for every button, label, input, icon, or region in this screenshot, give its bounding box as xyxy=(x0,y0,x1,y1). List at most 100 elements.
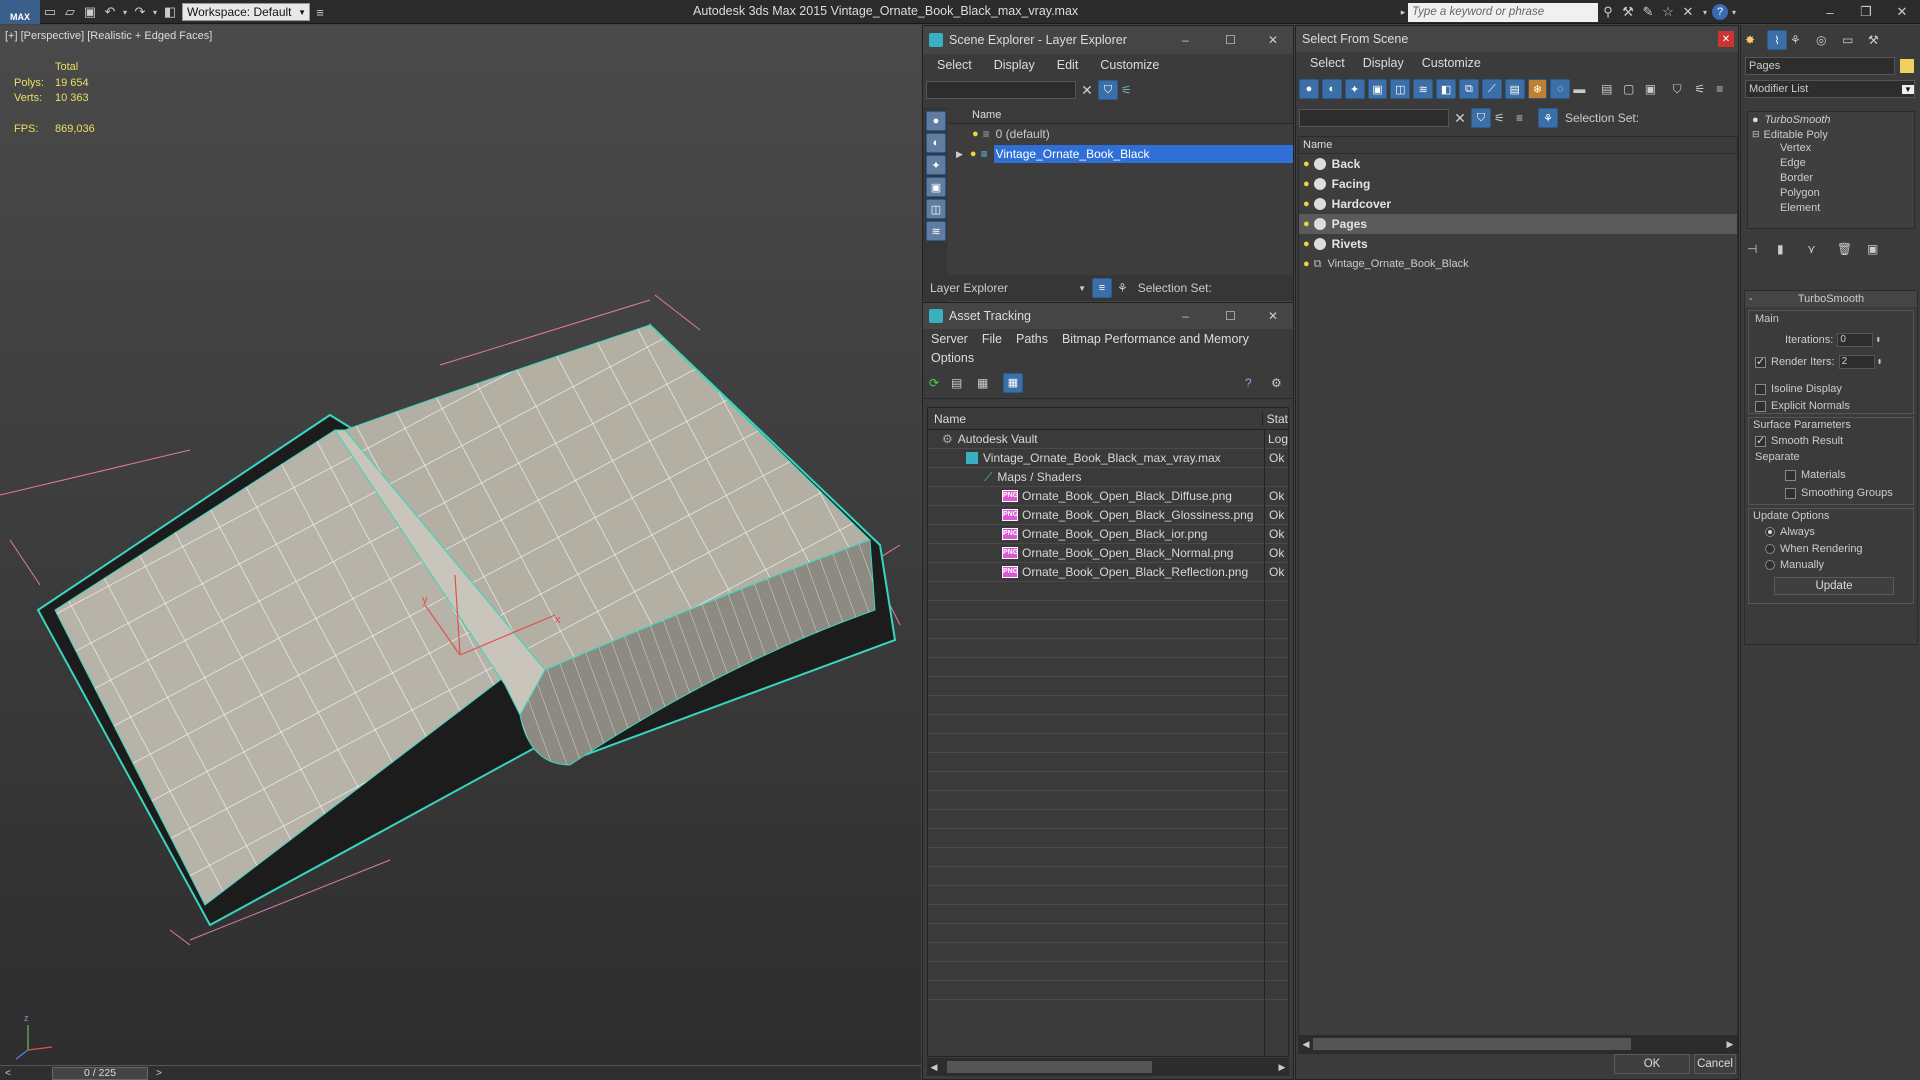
display-shapes-icon[interactable]: ◐ xyxy=(926,133,946,153)
render-iters-spinner[interactable]: 2 xyxy=(1838,355,1875,369)
cancel-button[interactable]: Cancel xyxy=(1694,1054,1736,1074)
filter-geometry-icon[interactable]: ● xyxy=(1299,79,1319,99)
iterations-spinner[interactable]: 0 xyxy=(1837,333,1874,347)
layer-row-vintage[interactable]: ▶ ● ≡ Vintage_Ornate_Book_Black xyxy=(948,144,1293,164)
scroll-thumb[interactable] xyxy=(1313,1038,1631,1050)
modifier-list-dropdown[interactable]: Modifier List ▼ xyxy=(1745,80,1915,98)
scene-object-row[interactable]: ● Facing xyxy=(1299,174,1737,194)
display-lights-icon[interactable]: ✦ xyxy=(926,155,946,175)
filter-funnel-icon[interactable]: ⛉ xyxy=(1673,82,1695,97)
light-bulb-icon[interactable]: ● xyxy=(1303,198,1310,210)
select-all-icon[interactable]: ▤ xyxy=(1601,82,1623,96)
update-manually-radio[interactable] xyxy=(1765,560,1775,570)
pin-stack-icon[interactable]: ⊣ xyxy=(1747,242,1777,256)
hierarchy-icon[interactable]: ⚘ xyxy=(1117,281,1128,295)
list-view-icon[interactable]: ▤ xyxy=(951,376,977,390)
time-next-icon[interactable]: > xyxy=(156,1068,162,1079)
grid-view-icon[interactable]: ▦ xyxy=(1003,372,1023,393)
light-bulb-icon[interactable]: ● xyxy=(1303,178,1310,190)
filter-spacewarps-icon[interactable]: ≋ xyxy=(1413,79,1434,99)
light-bulb-icon[interactable]: ● xyxy=(1752,114,1759,126)
object-color-swatch[interactable] xyxy=(1900,59,1914,73)
display-helpers-icon[interactable]: ◫ xyxy=(926,199,946,219)
asset-row[interactable]: PNG Ornate_Book_Open_Black_Normal.png Ok xyxy=(928,544,1288,563)
spinner-arrows-icon[interactable]: ⬍ xyxy=(1875,336,1881,344)
time-slider[interactable]: < 0 / 225 > xyxy=(0,1065,921,1080)
rollout-header[interactable]: - TurboSmooth xyxy=(1745,291,1917,307)
list-hscroll[interactable]: ◀ ▶ xyxy=(1299,1035,1737,1053)
show-end-result-icon[interactable]: ▮ xyxy=(1777,242,1807,256)
exchange-icon[interactable]: ✕ xyxy=(1678,2,1698,22)
filter-lights-icon[interactable]: ✦ xyxy=(1344,79,1365,99)
save-icon[interactable]: ▣ xyxy=(80,2,100,22)
stack-item-editable-poly[interactable]: ⊟ Editable Poly xyxy=(1748,127,1914,142)
clear-search-icon[interactable]: ✕ xyxy=(1076,82,1098,99)
layer-row-default[interactable]: ● ≡ 0 (default) xyxy=(948,124,1293,144)
select-from-scene-titlebar[interactable]: Select From Scene ✕ xyxy=(1296,26,1738,52)
display-all-icon[interactable]: ≋ xyxy=(926,221,946,241)
filter-unlocked-icon[interactable]: ▬ xyxy=(1573,82,1595,96)
menu-paths[interactable]: Paths xyxy=(1016,332,1048,346)
filter-containers-icon[interactable]: ▤ xyxy=(1504,79,1525,99)
search-expand-icon[interactable]: ▸ xyxy=(1398,2,1408,22)
col-name-header[interactable]: Name xyxy=(1299,137,1737,154)
subobject-border[interactable]: Border xyxy=(1748,172,1914,187)
scene-object-row[interactable]: ● Back xyxy=(1299,154,1737,174)
expand-arrow-icon[interactable]: ▶ xyxy=(956,149,963,160)
asset-row[interactable]: PNG Ornate_Book_Open_Black_Diffuse.png Ok xyxy=(928,487,1288,506)
smooth-result-checkbox[interactable] xyxy=(1755,434,1766,447)
create-tab-icon[interactable]: ✸ xyxy=(1745,33,1767,47)
smoothing-groups-checkbox[interactable] xyxy=(1785,487,1796,499)
subobject-vertex[interactable]: Vertex xyxy=(1748,142,1914,157)
binoculars-icon[interactable]: ⚲ xyxy=(1598,2,1618,22)
favorites-icon[interactable]: ☆ xyxy=(1658,2,1678,22)
filter-xrefs-icon[interactable]: ⧉ xyxy=(1459,79,1479,99)
close-icon[interactable]: ✕ xyxy=(1884,2,1920,22)
subscription-icon[interactable]: ⚒ xyxy=(1618,2,1638,22)
explicit-normals-checkbox[interactable] xyxy=(1755,400,1766,412)
find-filter-icon[interactable]: ⛉ xyxy=(1471,108,1491,128)
materials-checkbox[interactable] xyxy=(1785,469,1796,481)
make-unique-icon[interactable]: ⋎ xyxy=(1807,242,1837,256)
spinner-arrows-icon[interactable]: ⬍ xyxy=(1877,358,1883,366)
filter-groups-icon[interactable]: ◧ xyxy=(1436,79,1457,99)
asset-row[interactable]: ⚙ Autodesk Vault Log xyxy=(928,430,1288,449)
layer-explorer-icon[interactable]: ≡ xyxy=(1092,278,1112,298)
collapse-icon[interactable]: ⊟ xyxy=(1752,129,1760,140)
layer-sort-icon[interactable]: ≡ xyxy=(1516,111,1538,125)
menu-server[interactable]: Server xyxy=(931,332,968,346)
workspace-dropdown[interactable]: Workspace: Default ▼ xyxy=(182,3,310,21)
scene-object-row[interactable]: ● Hardcover xyxy=(1299,194,1737,214)
clear-search-icon[interactable]: ✕ xyxy=(1449,110,1471,127)
asset-tracking-titlebar[interactable]: Asset Tracking – ☐ ✕ xyxy=(923,303,1293,329)
menu-customize[interactable]: Customize xyxy=(1422,56,1481,70)
scene-explorer-search-input[interactable] xyxy=(926,81,1076,99)
scroll-left-icon[interactable]: ◀ xyxy=(1299,1039,1313,1050)
refresh-icon[interactable]: ⟳ xyxy=(929,376,951,390)
scroll-right-icon[interactable]: ▶ xyxy=(1275,1062,1289,1073)
maximize-icon[interactable]: ☐ xyxy=(1208,33,1253,47)
find-options-icon[interactable]: ⚟ xyxy=(1494,111,1516,125)
scroll-thumb[interactable] xyxy=(947,1061,1152,1073)
table-view-icon[interactable]: ▦ xyxy=(977,376,1003,390)
project-folder-icon[interactable]: ◧ xyxy=(160,2,180,22)
help-icon[interactable]: ? xyxy=(1712,4,1728,20)
scene-object-row[interactable]: ● Rivets xyxy=(1299,234,1737,254)
book-model[interactable]: x y z xyxy=(0,25,921,1065)
menu-display[interactable]: Display xyxy=(994,58,1035,72)
isoline-checkbox[interactable] xyxy=(1755,383,1766,395)
menu-file[interactable]: File xyxy=(982,332,1002,346)
minimize-icon[interactable]: – xyxy=(1163,309,1208,323)
light-bulb-icon[interactable]: ● xyxy=(1303,158,1310,170)
search-input[interactable]: Type a keyword or phrase xyxy=(1408,2,1598,22)
close-icon[interactable]: ✕ xyxy=(1718,31,1734,47)
utilities-tab-icon[interactable]: ⚒ xyxy=(1868,33,1894,47)
filter-helpers-icon[interactable]: ◫ xyxy=(1390,79,1411,99)
restore-icon[interactable]: ❐ xyxy=(1848,2,1884,22)
asset-row[interactable]: PNG Ornate_Book_Open_Black_ior.png Ok xyxy=(928,525,1288,544)
new-file-icon[interactable]: ▭ xyxy=(40,2,60,22)
update-always-radio[interactable] xyxy=(1765,527,1775,537)
render-iters-checkbox[interactable] xyxy=(1755,355,1766,368)
light-bulb-icon[interactable]: ● xyxy=(1303,218,1310,230)
filter-hidden-icon[interactable]: ◌ xyxy=(1550,79,1571,99)
